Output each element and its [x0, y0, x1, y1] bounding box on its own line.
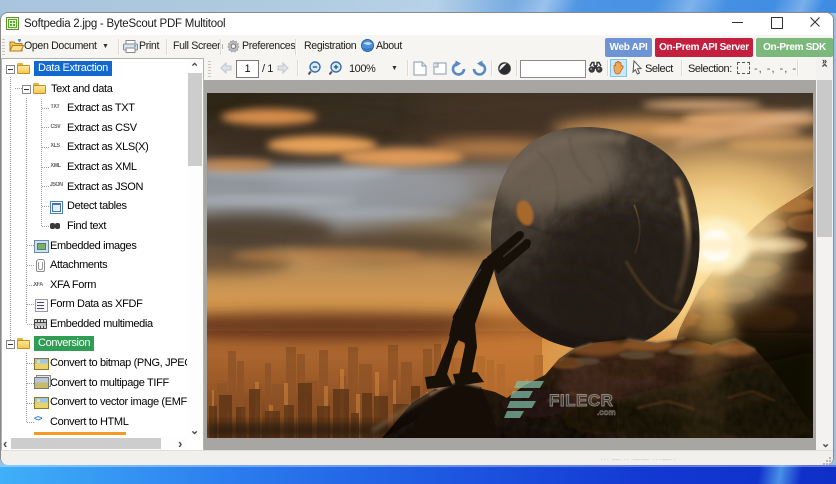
svg-text:.com: .com: [597, 408, 616, 417]
